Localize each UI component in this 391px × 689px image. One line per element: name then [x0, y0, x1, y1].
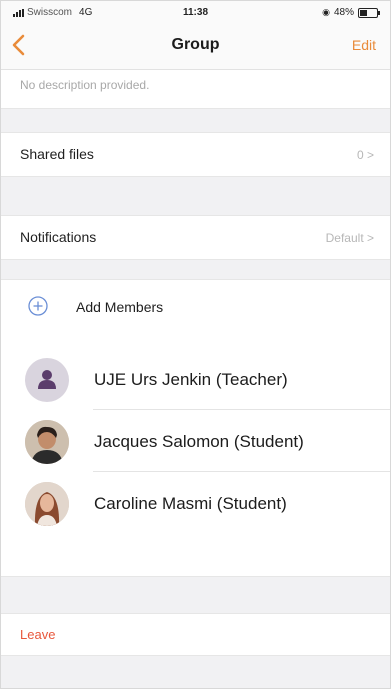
status-right: ◉ 48%: [322, 7, 380, 18]
add-members-button[interactable]: Add Members: [1, 280, 390, 336]
person-placeholder-icon: [25, 358, 69, 402]
plus-circle-icon: [28, 296, 48, 316]
shared-files-count: 0 >: [356, 148, 374, 162]
page-title: Group: [171, 36, 220, 53]
member-row[interactable]: UJE Urs Jenkin (Teacher): [1, 348, 390, 410]
member-row[interactable]: Caroline Masmi (Student): [1, 472, 390, 534]
battery-icon: [358, 7, 380, 18]
shared-files-label: Shared files: [20, 146, 94, 162]
member-name: Jacques Salomon (Student): [94, 432, 304, 451]
alarm-icon: ◉: [322, 7, 330, 17]
status-bar: Swisscom 4G 11:38 ◉ 48%: [1, 1, 390, 23]
edit-button[interactable]: Edit: [352, 37, 376, 53]
members-section: Add Members UJE Urs Jenkin (Teacher) Jac…: [1, 279, 390, 577]
notifications-value: Default >: [325, 231, 374, 245]
leave-label: Leave: [20, 627, 56, 642]
add-members-label: Add Members: [76, 299, 164, 315]
member-avatar: [25, 420, 69, 464]
phone-screen: Swisscom 4G 11:38 ◉ 48% Group Edit No de…: [0, 0, 391, 689]
member-row[interactable]: Jacques Salomon (Student): [1, 410, 390, 472]
member-name: UJE Urs Jenkin (Teacher): [94, 370, 288, 389]
notifications-row[interactable]: Notifications Default >: [1, 215, 390, 260]
group-description: No description provided.: [20, 78, 150, 92]
member-name: Caroline Masmi (Student): [94, 494, 287, 513]
notifications-label: Notifications: [20, 229, 97, 245]
group-description-row: No description provided.: [1, 70, 390, 109]
leave-group-button[interactable]: Leave: [1, 613, 390, 656]
battery-percent: 48%: [333, 7, 354, 18]
shared-files-row[interactable]: Shared files 0 >: [1, 132, 390, 177]
member-avatar: [25, 482, 69, 526]
navigation-bar: Group Edit: [1, 23, 390, 70]
